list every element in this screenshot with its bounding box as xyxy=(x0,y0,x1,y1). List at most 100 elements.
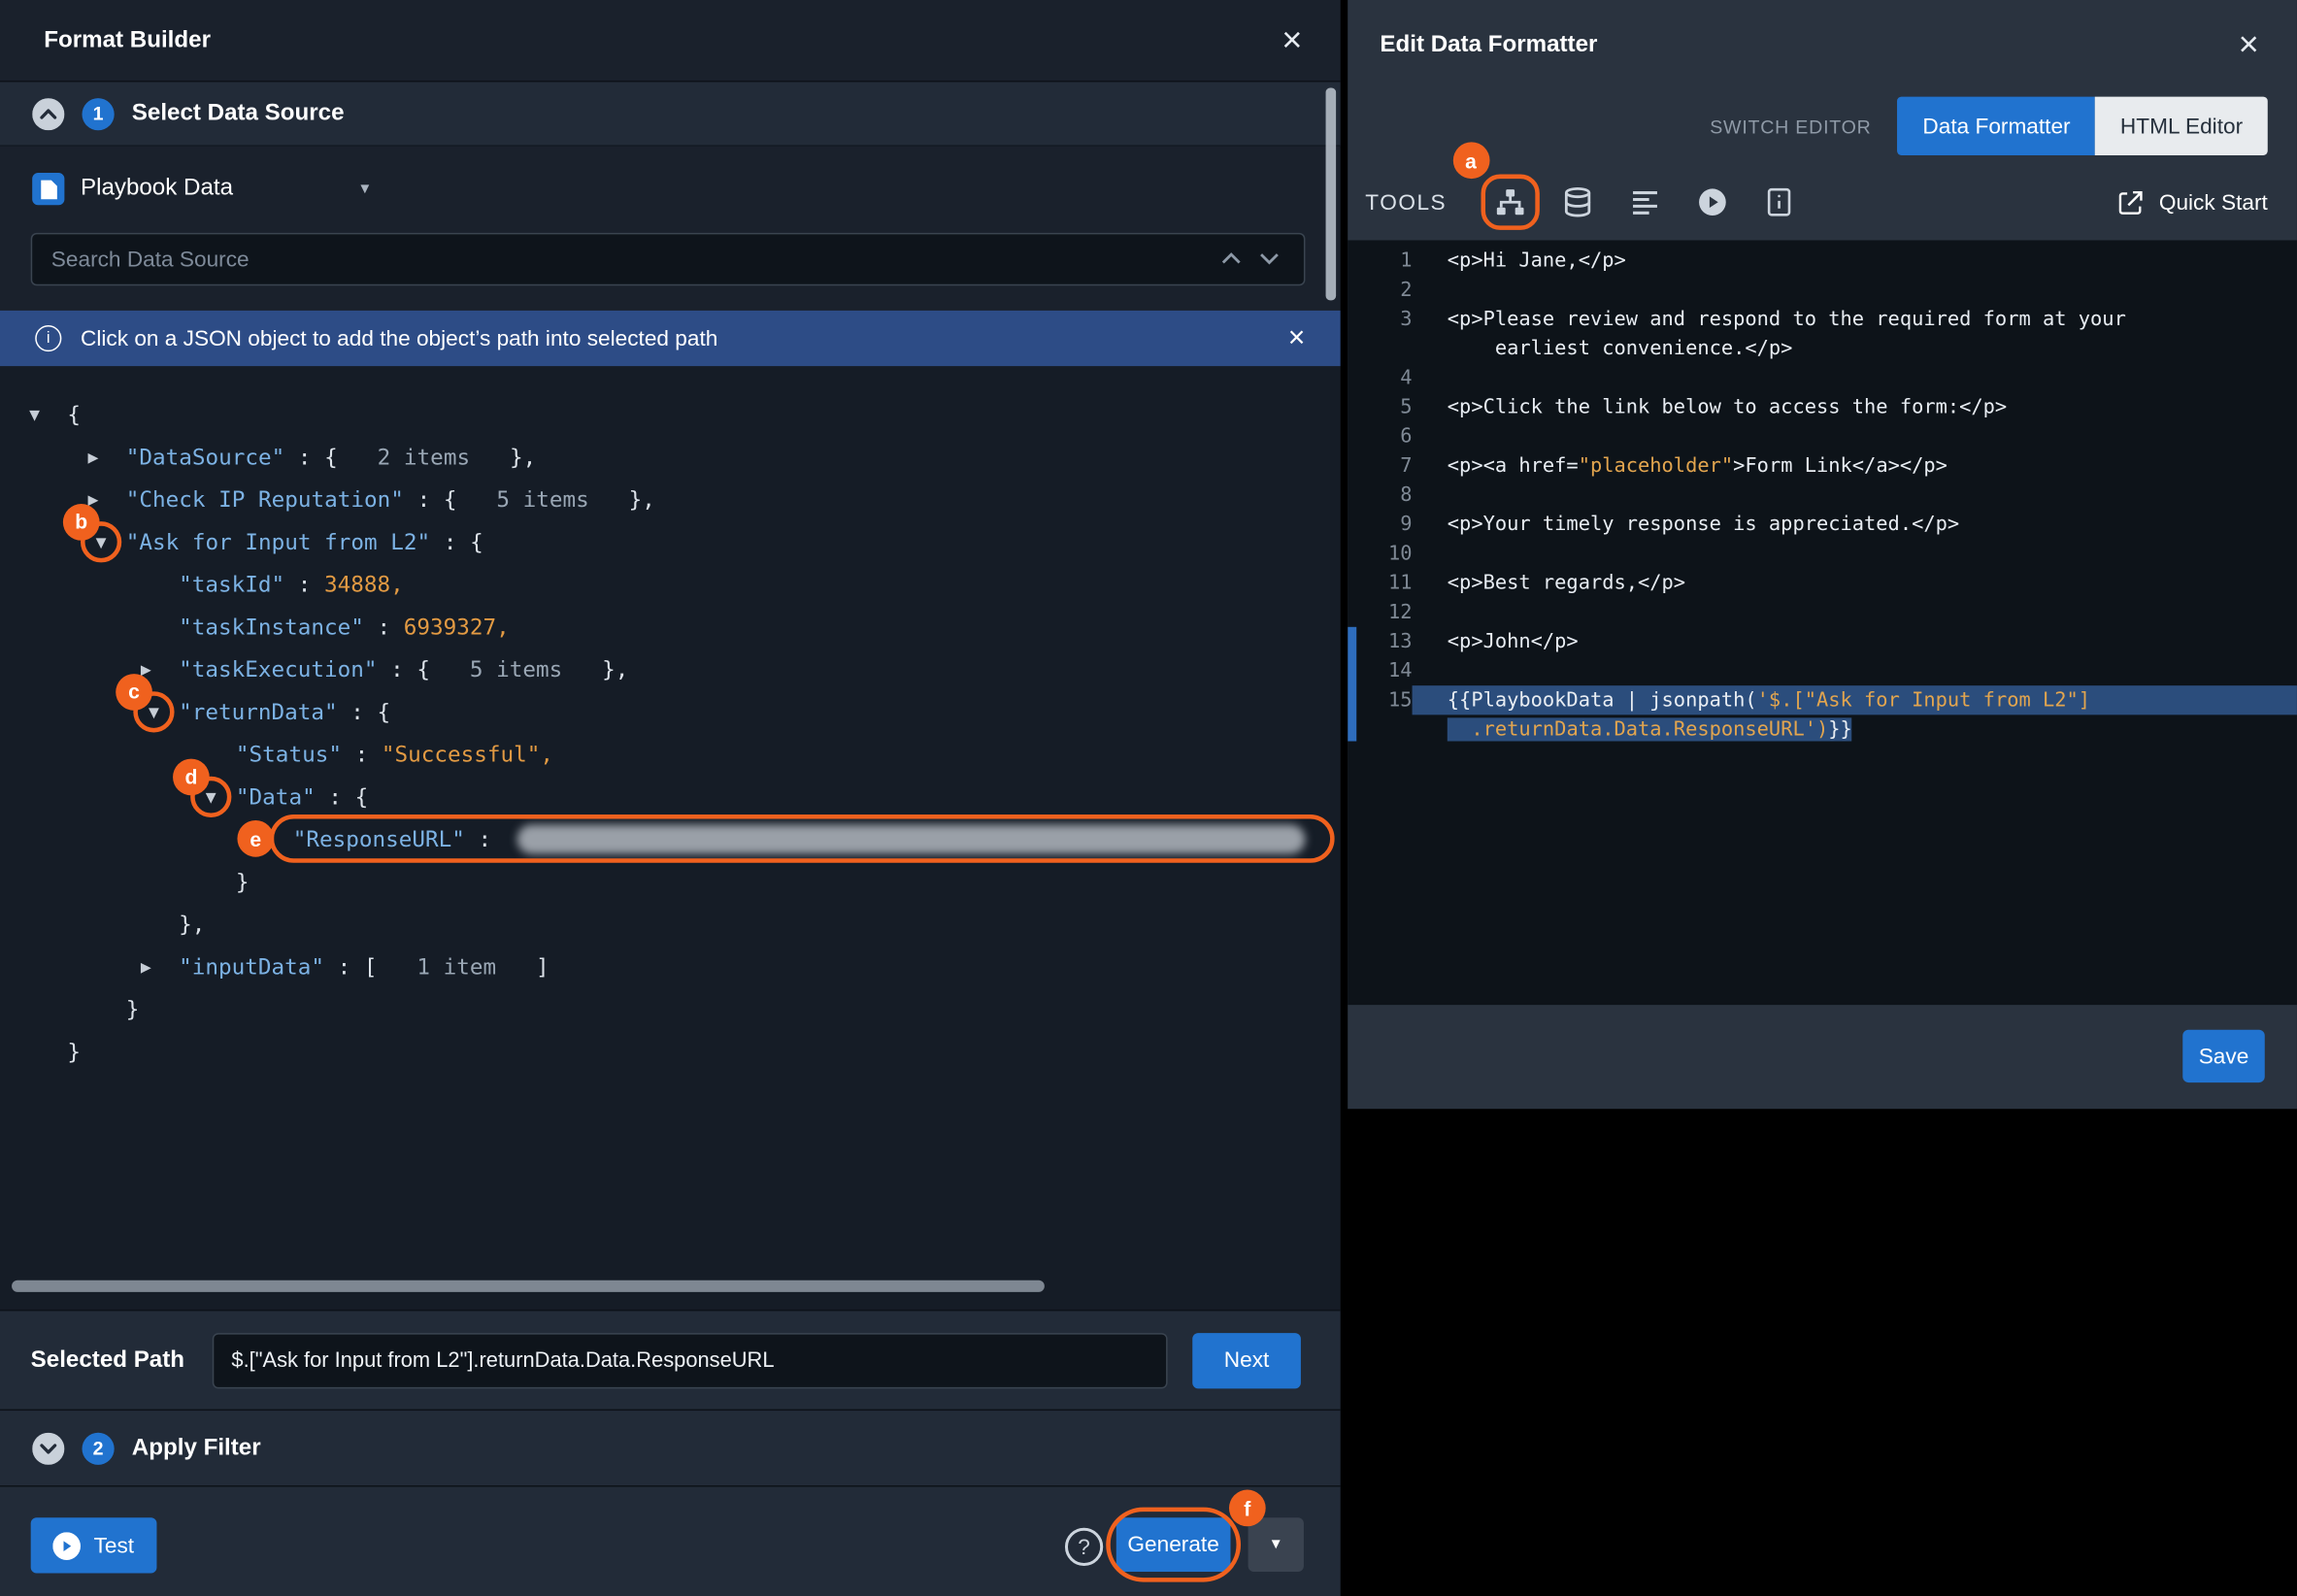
close-icon[interactable]: × xyxy=(2239,28,2259,63)
edit-data-formatter-header: Edit Data Formatter × xyxy=(1348,0,2297,91)
line-code xyxy=(1413,656,2297,685)
info-icon: i xyxy=(35,325,61,351)
quick-start-button[interactable]: Quick Start xyxy=(2116,188,2268,216)
panel-title: Edit Data Formatter xyxy=(1380,32,1597,58)
step2-title: Apply Filter xyxy=(132,1435,261,1461)
editor-line: 4 xyxy=(1348,363,2297,392)
json-token: } xyxy=(236,868,250,894)
json-token: }, xyxy=(510,443,536,469)
json-token: : xyxy=(284,571,324,597)
generate-dropdown-button[interactable]: ▼ xyxy=(1248,1517,1304,1572)
database-tool-icon[interactable] xyxy=(1561,186,1593,218)
line-code: earliest convenience.</p> xyxy=(1413,334,2297,363)
redacted-value xyxy=(516,824,1305,853)
json-token: : { xyxy=(338,698,391,724)
json-token: "Ask for Input from L2" xyxy=(126,528,430,554)
json-token: : { xyxy=(284,443,338,469)
json-token: }, xyxy=(602,655,628,682)
search-input[interactable] xyxy=(31,233,1306,285)
json-tree-row[interactable]: ▶"taskExecution" : { 5 items }, xyxy=(0,648,1341,690)
expand-triangle-icon[interactable]: ▶ xyxy=(141,956,151,977)
json-token: "DataSource" xyxy=(126,443,285,469)
banner-close-icon[interactable]: × xyxy=(1288,323,1306,352)
json-tree-row[interactable]: ▶"inputData" : [ 1 item ] xyxy=(0,945,1341,987)
data-source-tool-icon[interactable]: a xyxy=(1493,186,1525,218)
collapse-triangle-icon[interactable]: ▼ xyxy=(96,531,107,551)
line-number xyxy=(1348,334,1412,363)
save-button[interactable]: Save xyxy=(2182,1030,2264,1082)
editor-scroll-indicator xyxy=(1348,627,1356,742)
line-number: 7 xyxy=(1348,451,1412,481)
json-tree[interactable]: ▼{▶"DataSource" : { 2 items },▶"Check IP… xyxy=(0,366,1341,1310)
step1-header[interactable]: 1 Select Data Source xyxy=(0,82,1341,146)
json-token: : [ xyxy=(324,953,378,980)
data-source-dropdown[interactable]: Playbook Data ▼ xyxy=(32,159,372,217)
json-tree-row[interactable]: ▼d"Data" : { xyxy=(0,775,1341,817)
json-tree-row[interactable]: "ResponseURL" : e xyxy=(0,817,1341,860)
collapse-triangle-icon[interactable]: ▼ xyxy=(149,701,159,721)
panel-title: Format Builder xyxy=(44,27,211,53)
tree-toggle-slot: ▼c xyxy=(133,690,174,731)
json-tree-row[interactable]: } xyxy=(0,860,1341,903)
line-code: <p>John</p> xyxy=(1413,627,2297,656)
generate-button[interactable]: Generate xyxy=(1116,1517,1231,1572)
help-icon[interactable]: ? xyxy=(1065,1528,1103,1566)
line-code: <p>Your timely response is appreciated.<… xyxy=(1413,510,2297,539)
json-tree-row[interactable]: }, xyxy=(0,902,1341,945)
next-button[interactable]: Next xyxy=(1192,1332,1301,1387)
collapse-down-icon[interactable] xyxy=(32,1432,64,1464)
json-tree-row[interactable]: ▼b"Ask for Input from L2" : { xyxy=(0,520,1341,563)
collapse-triangle-icon[interactable]: ▼ xyxy=(206,786,216,807)
play-icon xyxy=(52,1532,81,1560)
json-token: { xyxy=(67,401,81,427)
step2-header[interactable]: 2 Apply Filter xyxy=(0,1410,1341,1485)
json-tree-row[interactable]: "taskInstance" : 6939327, xyxy=(0,605,1341,648)
search-next-icon[interactable] xyxy=(1260,252,1280,266)
line-number: 6 xyxy=(1348,422,1412,451)
line-number: 4 xyxy=(1348,363,1412,392)
json-token: "taskExecution" xyxy=(179,655,377,682)
json-tree-row[interactable]: "taskId" : 34888, xyxy=(0,562,1341,605)
generate-button-wrap: Generate f xyxy=(1116,1517,1231,1572)
vertical-scrollbar[interactable] xyxy=(1326,88,1337,301)
json-tree-row[interactable]: } xyxy=(0,987,1341,1030)
json-tree-row[interactable]: ▼c"returnData" : { xyxy=(0,690,1341,733)
json-token: "Successful", xyxy=(382,741,553,767)
json-token: }, xyxy=(629,485,655,512)
tree-toggle-slot: ▶ xyxy=(141,956,179,977)
format-builder-panel: Format Builder × 1 Select Data Source Pl… xyxy=(0,0,1341,1596)
editor-line: 10 xyxy=(1348,539,2297,568)
selected-path-input[interactable] xyxy=(213,1332,1168,1387)
run-tool-icon[interactable] xyxy=(1696,186,1728,218)
tree-toggle-slot: ▶ xyxy=(88,446,126,466)
collapse-triangle-icon[interactable]: ▼ xyxy=(29,404,40,424)
line-code: .returnData.Data.ResponseURL')}} xyxy=(1413,715,2297,744)
annotation-badge-b: b xyxy=(63,503,100,540)
json-token: "Data" xyxy=(236,783,316,810)
expand-triangle-icon[interactable]: ▶ xyxy=(88,446,99,466)
tab-data-formatter[interactable]: Data Formatter xyxy=(1898,97,2096,155)
format-lines-tool-icon[interactable] xyxy=(1628,186,1660,218)
json-tree-row[interactable]: ▶"DataSource" : { 2 items }, xyxy=(0,435,1341,478)
close-icon[interactable]: × xyxy=(1282,22,1302,57)
json-token: } xyxy=(67,1038,81,1064)
horizontal-scrollbar[interactable] xyxy=(12,1280,1045,1292)
editor-line: 15{{PlaybookData | jsonpath('$.["Ask for… xyxy=(1348,685,2297,715)
json-tree-row[interactable]: ▶"Check IP Reputation" : { 5 items }, xyxy=(0,478,1341,520)
json-tree-row[interactable]: } xyxy=(0,1030,1341,1073)
editor-line: 12 xyxy=(1348,598,2297,627)
code-editor[interactable]: 1<p>Hi Jane,</p>23<p>Please review and r… xyxy=(1348,240,2297,1005)
step1-number-badge: 1 xyxy=(82,97,114,129)
line-number: 10 xyxy=(1348,539,1412,568)
collapse-up-icon[interactable] xyxy=(32,97,64,129)
tab-html-editor[interactable]: HTML Editor xyxy=(2095,97,2268,155)
editor-line: 8 xyxy=(1348,481,2297,510)
annotation-badge-d: d xyxy=(173,758,210,795)
data-source-section: Playbook Data ▼ xyxy=(0,148,1341,310)
json-token: "inputData" xyxy=(179,953,324,980)
test-button[interactable]: Test xyxy=(31,1517,156,1573)
json-tree-row[interactable]: ▼{ xyxy=(0,392,1341,435)
info-doc-tool-icon[interactable] xyxy=(1763,186,1795,218)
line-number: 1 xyxy=(1348,246,1412,275)
search-prev-icon[interactable] xyxy=(1221,252,1241,266)
